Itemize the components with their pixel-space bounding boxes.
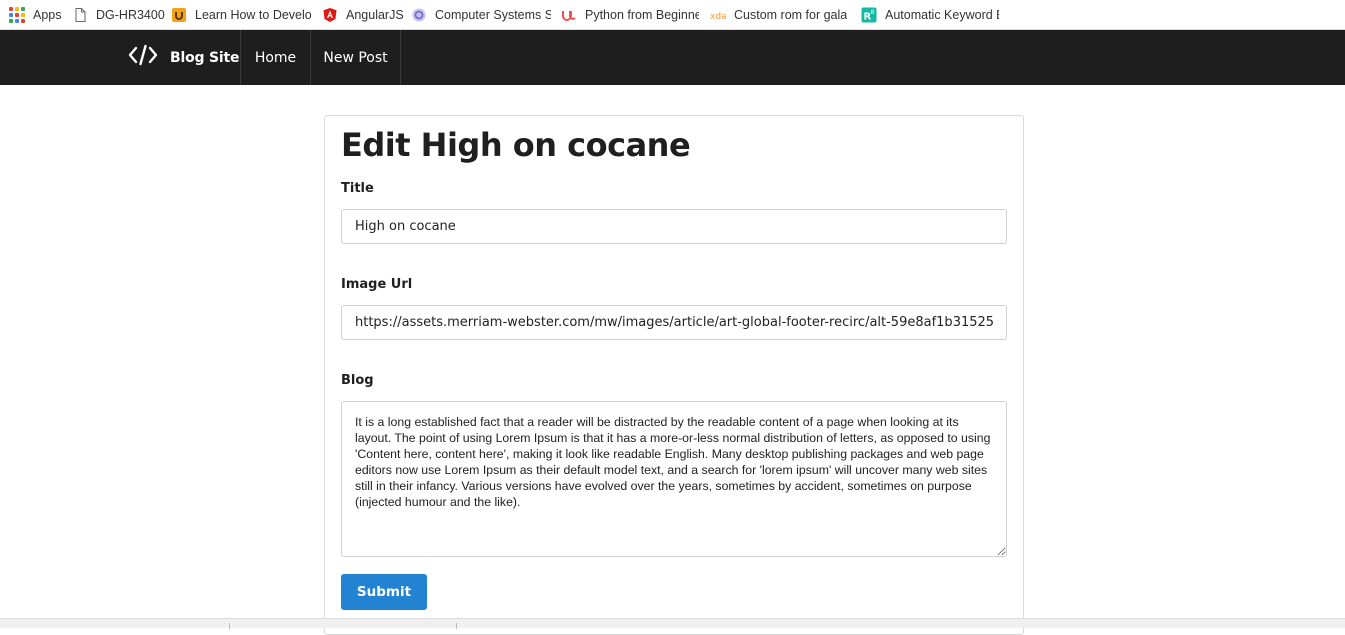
xda-icon: xda: [710, 7, 727, 23]
scrollbar-divider: [456, 623, 457, 629]
top-navbar: Blog Site Home New Post: [0, 30, 1345, 85]
title-input[interactable]: [341, 209, 1007, 244]
bookmark-label: AngularJS: [346, 8, 404, 22]
title-label: Title: [341, 181, 374, 196]
page-title: Edit High on cocane: [341, 126, 691, 164]
nav-new-post[interactable]: New Post: [310, 30, 401, 85]
bookmark-computer-systems[interactable]: Computer Systems Se: [411, 0, 551, 30]
bookmark-label: Computer Systems Se: [435, 8, 551, 22]
bookmark-label: Python from Beginne: [585, 8, 699, 22]
bookmark-learn-develop[interactable]: Learn How to Develo: [171, 0, 311, 30]
udemy-u-icon: [561, 7, 577, 23]
apps-grid-icon: [9, 7, 25, 23]
scrollbar-divider: [229, 623, 230, 629]
edit-post-card: Edit High on cocane Title Image Url Blog…: [324, 115, 1024, 635]
bookmark-apps[interactable]: Apps: [9, 0, 62, 30]
image-url-label: Image Url: [341, 277, 413, 292]
page-icon: [72, 7, 88, 23]
svg-text:xda: xda: [710, 12, 726, 22]
bookmark-angularjs[interactable]: AngularJS: [322, 0, 404, 30]
horizontal-scrollbar[interactable]: [0, 618, 1345, 629]
r8-icon: R8: [861, 7, 877, 23]
bookmark-automatic-keyword[interactable]: R8 Automatic Keyword E: [861, 0, 999, 30]
blog-label: Blog: [341, 373, 374, 388]
bookmark-label: Custom rom for gala: [734, 8, 848, 22]
udemy-icon: [171, 7, 187, 23]
svg-text:8: 8: [871, 9, 875, 16]
blog-textarea[interactable]: It is a long established fact that a rea…: [341, 401, 1007, 557]
bookmarks-bar: Apps DG-HR3400 Learn How to Develo Angul…: [0, 0, 1345, 30]
bookmark-label: Apps: [33, 8, 62, 22]
code-icon: [128, 44, 170, 71]
bookmark-python-beginners[interactable]: Python from Beginne: [561, 0, 699, 30]
brand-link[interactable]: Blog Site: [128, 30, 239, 85]
brand-name: Blog Site: [170, 49, 240, 66]
bookmark-label: DG-HR3400: [96, 8, 165, 22]
bookmark-label: Automatic Keyword E: [885, 8, 999, 22]
nav-home[interactable]: Home: [240, 30, 310, 85]
bookmark-label: Learn How to Develo: [195, 8, 311, 22]
submit-button[interactable]: Submit: [341, 574, 427, 610]
angular-icon: [322, 7, 338, 23]
image-url-input[interactable]: [341, 305, 1007, 340]
bookmark-custom-rom[interactable]: xda Custom rom for gala: [710, 0, 850, 30]
bookmark-dg-hr3400[interactable]: DG-HR3400: [72, 0, 165, 30]
circle-icon: [411, 7, 427, 23]
